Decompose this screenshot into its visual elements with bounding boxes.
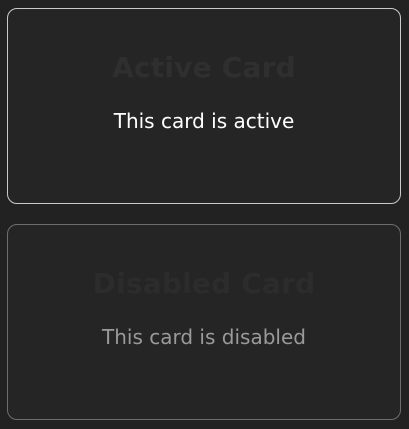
card-title: Active Card	[112, 51, 296, 84]
card-title: Disabled Card	[92, 267, 316, 300]
card-body-text: This card is disabled	[102, 325, 306, 349]
card-body-text: This card is active	[113, 109, 295, 133]
active-card[interactable]: Active Card This card is active	[7, 8, 401, 204]
disabled-card: Disabled Card This card is disabled	[7, 224, 401, 420]
